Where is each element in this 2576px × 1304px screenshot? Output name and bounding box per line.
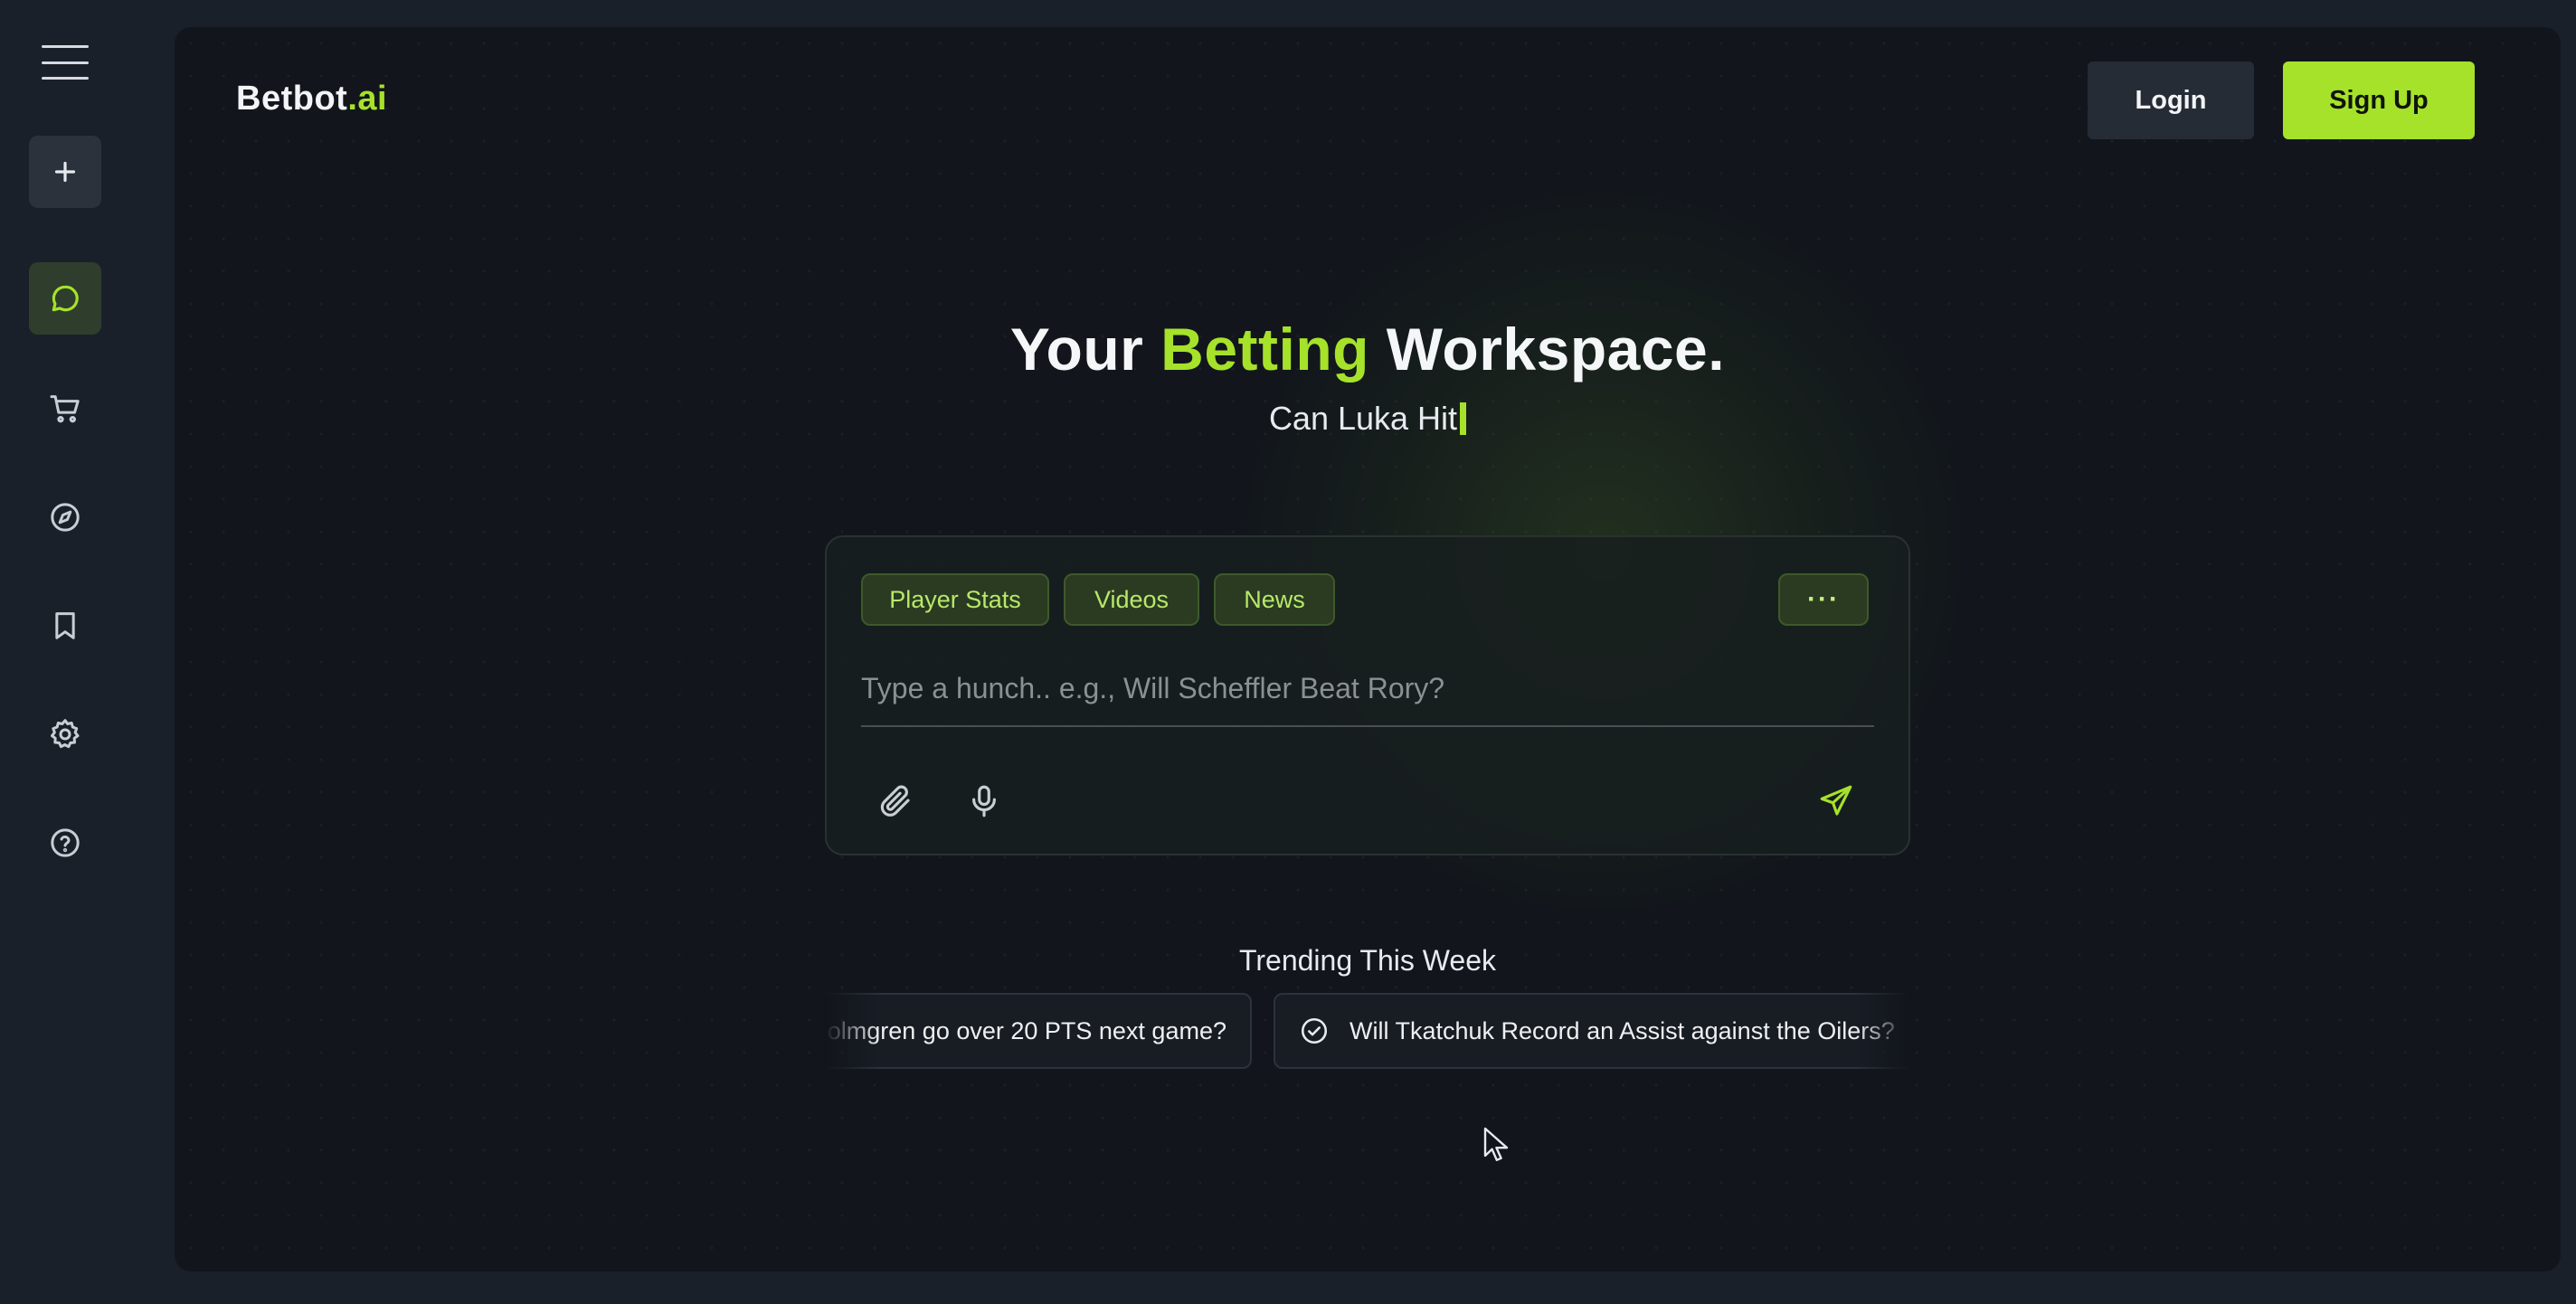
signup-button[interactable]: Sign Up (2283, 61, 2475, 139)
trending-item-text: olmgren go over 20 PTS next game? (827, 1016, 1226, 1044)
trending-item[interactable]: olmgren go over 20 PTS next game? (825, 993, 1252, 1069)
more-icon: ··· (1807, 584, 1840, 614)
menu-icon[interactable] (42, 45, 89, 80)
sidebar (0, 0, 174, 1304)
new-chat-button[interactable] (29, 136, 101, 208)
attach-button[interactable] (872, 778, 919, 825)
logo[interactable]: Betbot.ai (236, 80, 387, 118)
send-button[interactable] (1813, 778, 1860, 825)
check-circle-icon (1301, 1017, 1328, 1044)
help-icon (51, 828, 80, 857)
gear-icon (51, 719, 80, 749)
sidebar-item-cart[interactable] (29, 373, 101, 445)
compass-icon (51, 503, 80, 532)
logo-accent: .ai (347, 80, 388, 118)
sidebar-item-settings[interactable] (29, 698, 101, 770)
cart-icon (50, 395, 80, 423)
text-caret (1460, 402, 1467, 435)
title-part-1: Your (1009, 316, 1161, 383)
trending-item-text: Will Tkatchuk Record an Assist against t… (1350, 1016, 1895, 1044)
login-button[interactable]: Login (2088, 61, 2254, 139)
typing-subtitle: Can Luka Hit (175, 400, 2561, 438)
title-part-2: Workspace. (1368, 316, 1726, 383)
chip-news[interactable]: News (1214, 573, 1335, 626)
sidebar-item-explore[interactable] (29, 481, 101, 553)
chip-videos[interactable]: Videos (1064, 573, 1199, 626)
send-icon (1820, 785, 1852, 816)
trending-title: Trending This Week (1239, 944, 1496, 977)
page-title: Your Betting Workspace. (175, 315, 2561, 383)
sidebar-item-chat[interactable] (29, 262, 101, 335)
trending-item[interactable]: Will Tkatchuk Record an Assist against t… (1274, 993, 1910, 1069)
sidebar-item-saved[interactable] (29, 590, 101, 662)
subtitle-text: Can Luka Hit (1268, 400, 1458, 437)
sidebar-item-help[interactable] (29, 807, 101, 879)
composer-card: Player Stats Videos News ··· (825, 535, 1910, 855)
logo-text: Betbot (236, 80, 348, 118)
microphone-button[interactable] (961, 778, 1008, 825)
microphone-icon (972, 785, 996, 817)
query-input[interactable] (861, 664, 1874, 727)
bookmark-icon (55, 612, 75, 639)
main-panel: Betbot.ai Login Sign Up Your Betting Wor… (175, 27, 2561, 1271)
trending-carousel: olmgren go over 20 PTS next game? Will T… (825, 993, 1910, 1076)
paperclip-icon (880, 785, 910, 817)
more-options-button[interactable]: ··· (1778, 573, 1869, 626)
plus-icon (54, 161, 76, 183)
title-accent: Betting (1160, 316, 1369, 383)
chip-player-stats[interactable]: Player Stats (861, 573, 1049, 626)
chat-icon (52, 285, 79, 312)
mouse-cursor-icon (1483, 1127, 1509, 1161)
